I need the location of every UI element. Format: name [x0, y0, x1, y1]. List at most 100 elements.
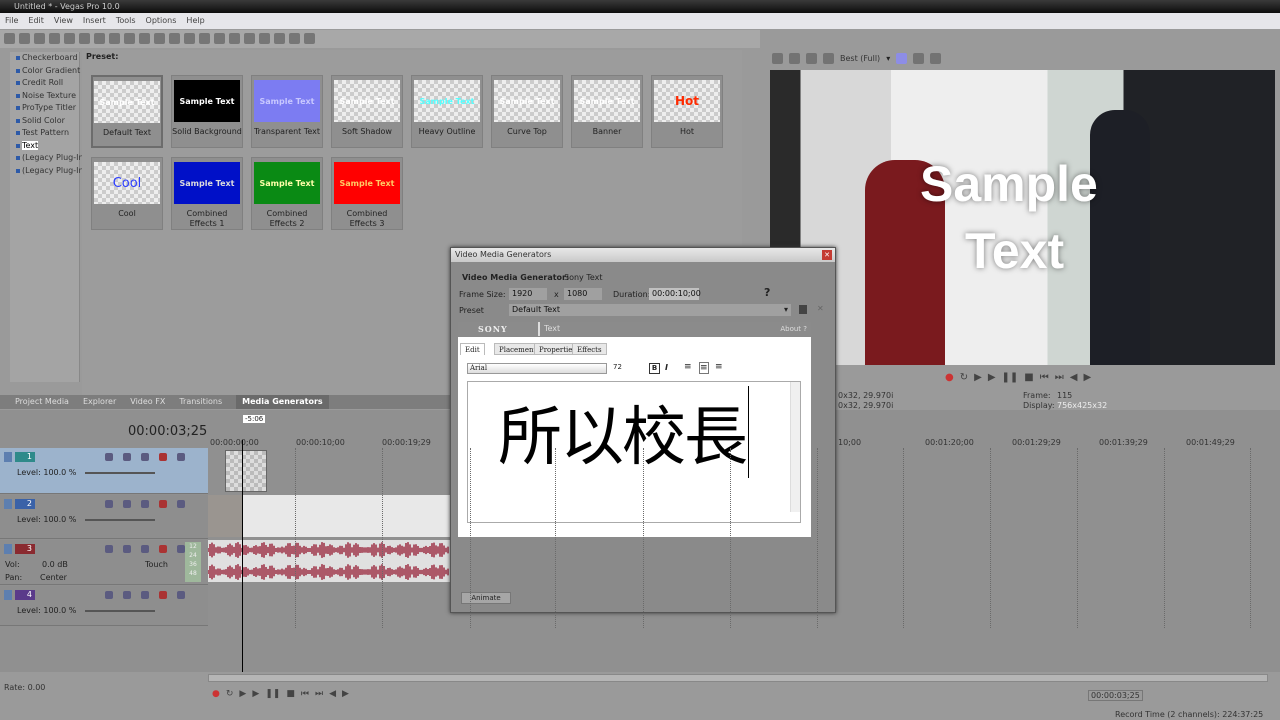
zoom-edit-icon[interactable]	[259, 33, 270, 44]
undo-icon[interactable]	[139, 33, 150, 44]
tree-item[interactable]: Noise Texture	[10, 90, 79, 103]
gear-icon[interactable]	[159, 591, 167, 599]
preset-item[interactable]: Sample Text Combined Effects 2	[251, 157, 323, 230]
collapse-icon[interactable]	[4, 590, 12, 600]
next-icon[interactable]: ⏭	[1055, 372, 1064, 383]
record-icon[interactable]: ●	[212, 689, 220, 699]
font-select[interactable]: Arial	[467, 363, 607, 374]
next-icon[interactable]: ⏭	[315, 689, 323, 699]
save-icon[interactable]	[34, 33, 45, 44]
stop-icon[interactable]: ■	[286, 689, 295, 699]
composite-icon[interactable]	[105, 453, 113, 461]
tree-item[interactable]: Text	[10, 140, 79, 153]
menu-options[interactable]: Options	[146, 13, 177, 29]
envelope-edit-icon[interactable]	[229, 33, 240, 44]
preset-item[interactable]: Sample Text Soft Shadow	[331, 75, 403, 148]
fx-icon[interactable]	[141, 545, 149, 553]
gear-icon[interactable]	[159, 500, 167, 508]
render-icon[interactable]	[64, 33, 75, 44]
frame-width-input[interactable]: 1920	[509, 288, 547, 300]
prev-frame-icon[interactable]: ◀	[329, 689, 336, 699]
preset-item[interactable]: Sample Text Heavy Outline	[411, 75, 483, 148]
ignore-grouping-icon[interactable]	[199, 33, 210, 44]
mute-icon[interactable]	[123, 500, 131, 508]
play-start-icon[interactable]: ▶	[974, 372, 982, 383]
properties-icon[interactable]	[772, 52, 783, 64]
stop-icon[interactable]: ■	[1024, 372, 1033, 383]
mute-icon[interactable]	[123, 591, 131, 599]
vertical-scrollbar[interactable]	[790, 382, 800, 512]
menu-edit[interactable]: Edit	[28, 13, 44, 29]
quality-select[interactable]: Best (Full)	[840, 54, 880, 63]
composite-icon[interactable]	[105, 500, 113, 508]
tab-video-fx[interactable]: Video FX	[130, 395, 165, 409]
tab-explorer[interactable]: Explorer	[83, 395, 116, 409]
help-icon[interactable]	[304, 33, 315, 44]
preset-select[interactable]: Default Text	[509, 304, 791, 316]
preset-item[interactable]: Hot Hot	[651, 75, 723, 148]
animate-button[interactable]: Animate	[461, 592, 511, 604]
fx-icon[interactable]	[141, 500, 149, 508]
copy-icon[interactable]	[109, 33, 120, 44]
redo-icon[interactable]	[154, 33, 165, 44]
tab-project-media[interactable]: Project Media	[15, 395, 69, 409]
font-size-select[interactable]: 72	[613, 363, 641, 374]
enable-snapping-icon[interactable]	[274, 33, 285, 44]
track-header[interactable]: 4 Level: 100.0 %	[0, 586, 208, 626]
preset-item[interactable]: Sample Text Transparent Text	[251, 75, 323, 148]
mute-icon[interactable]	[123, 453, 131, 461]
solo-icon[interactable]	[177, 500, 185, 508]
collapse-icon[interactable]	[4, 544, 12, 554]
selection-edit-icon[interactable]	[244, 33, 255, 44]
solo-icon[interactable]	[177, 545, 185, 553]
solo-icon[interactable]	[177, 591, 185, 599]
tab-media-generators[interactable]: Media Generators	[236, 395, 329, 409]
play-icon[interactable]: ▶	[988, 372, 996, 383]
play-start-icon[interactable]: ▶	[239, 689, 246, 699]
tree-item[interactable]: Solid Color	[10, 115, 79, 128]
paste-icon[interactable]	[124, 33, 135, 44]
align-left-icon[interactable]: ≡	[684, 362, 692, 372]
playhead[interactable]	[242, 440, 243, 672]
close-button[interactable]: ✕	[822, 250, 832, 260]
audio-event-clip[interactable]	[207, 540, 450, 582]
auto-crossfade-icon[interactable]	[289, 33, 300, 44]
level-slider[interactable]	[85, 610, 155, 612]
tab-transitions[interactable]: Transitions	[179, 395, 222, 409]
play-icon[interactable]: ▶	[252, 689, 259, 699]
tree-item[interactable]: Credit Roll	[10, 77, 79, 90]
prev-icon[interactable]: ⏮	[1040, 372, 1049, 383]
new-icon[interactable]	[4, 33, 15, 44]
tree-item[interactable]: Color Gradient	[10, 65, 80, 78]
composite-icon[interactable]	[105, 545, 113, 553]
collapse-icon[interactable]	[4, 452, 12, 462]
delete-preset-icon[interactable]: ✕	[817, 304, 824, 313]
tree-item[interactable]: ProType Titler	[10, 102, 79, 115]
collapse-icon[interactable]	[4, 499, 12, 509]
fx-icon[interactable]	[141, 591, 149, 599]
timeline-scrollbar[interactable]	[208, 674, 1268, 682]
channel-icon[interactable]	[896, 52, 908, 64]
pause-icon[interactable]: ❚❚	[265, 689, 280, 699]
gear-icon[interactable]	[159, 453, 167, 461]
preset-item[interactable]: Cool Cool	[91, 157, 163, 230]
solo-icon[interactable]	[177, 453, 185, 461]
tree-item[interactable]: Checkerboard	[10, 52, 79, 65]
save-preset-icon[interactable]	[799, 305, 807, 314]
properties-icon[interactable]	[79, 33, 90, 44]
record-icon[interactable]: ●	[945, 372, 954, 383]
copy-snapshot-icon[interactable]	[913, 52, 925, 64]
save-snapshot-icon[interactable]	[930, 52, 942, 64]
menu-view[interactable]: View	[54, 13, 73, 29]
preset-item[interactable]: Sample Text Default Text	[91, 75, 163, 148]
text-event-clip[interactable]	[225, 450, 267, 492]
menu-file[interactable]: File	[5, 13, 18, 29]
composite-icon[interactable]	[105, 591, 113, 599]
loop-icon[interactable]: ↻	[960, 372, 968, 383]
next-frame-icon[interactable]: ▶	[1083, 372, 1091, 383]
gear-icon[interactable]	[159, 545, 167, 553]
save-as-icon[interactable]	[49, 33, 60, 44]
level-slider[interactable]	[85, 472, 155, 474]
help-icon[interactable]: ?	[764, 286, 770, 299]
align-right-icon[interactable]: ≡	[715, 362, 723, 372]
